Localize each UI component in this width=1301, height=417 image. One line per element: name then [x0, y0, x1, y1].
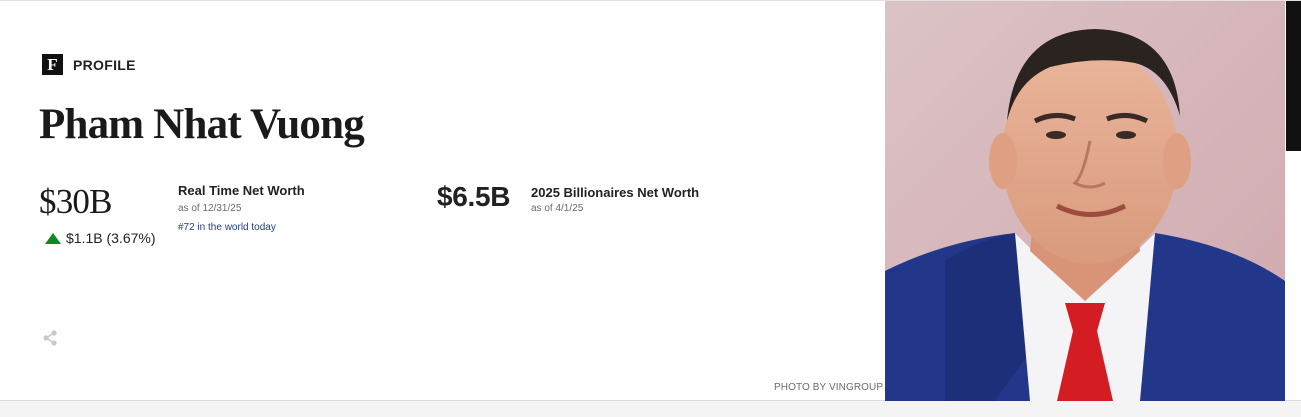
forbes-logo[interactable]: F: [42, 54, 63, 75]
billionaires-as-of-date: as of 4/1/25: [531, 203, 584, 214]
profile-label: PROFILE: [73, 56, 136, 73]
scrollbar-thumb[interactable]: [1286, 1, 1301, 151]
billionaires-net-worth-value: $6.5B: [437, 181, 511, 212]
billionaires-net-worth-label: 2025 Billionaires Net Worth: [531, 185, 700, 200]
up-arrow-icon: [45, 232, 61, 244]
profile-photo: [885, 1, 1285, 401]
profile-card: F PROFILE Pham Nhat Vuong $30B $1.1B (3.…: [0, 0, 1301, 401]
net-worth-change: $1.1B (3.67%): [45, 230, 156, 246]
real-time-as-of-date: as of 12/31/25: [178, 203, 242, 214]
share-icon[interactable]: [41, 329, 59, 347]
profile-header: F PROFILE: [42, 54, 136, 75]
net-worth-change-text: $1.1B (3.67%): [66, 230, 156, 246]
world-rank-link[interactable]: #72 in the world today: [178, 222, 276, 233]
photo-credit: PHOTO BY VINGROUP: [774, 382, 884, 393]
real-time-net-worth-value: $30B: [39, 182, 112, 221]
real-time-net-worth-label: Real Time Net Worth: [178, 183, 305, 198]
person-name: Pham Nhat Vuong: [39, 101, 365, 148]
